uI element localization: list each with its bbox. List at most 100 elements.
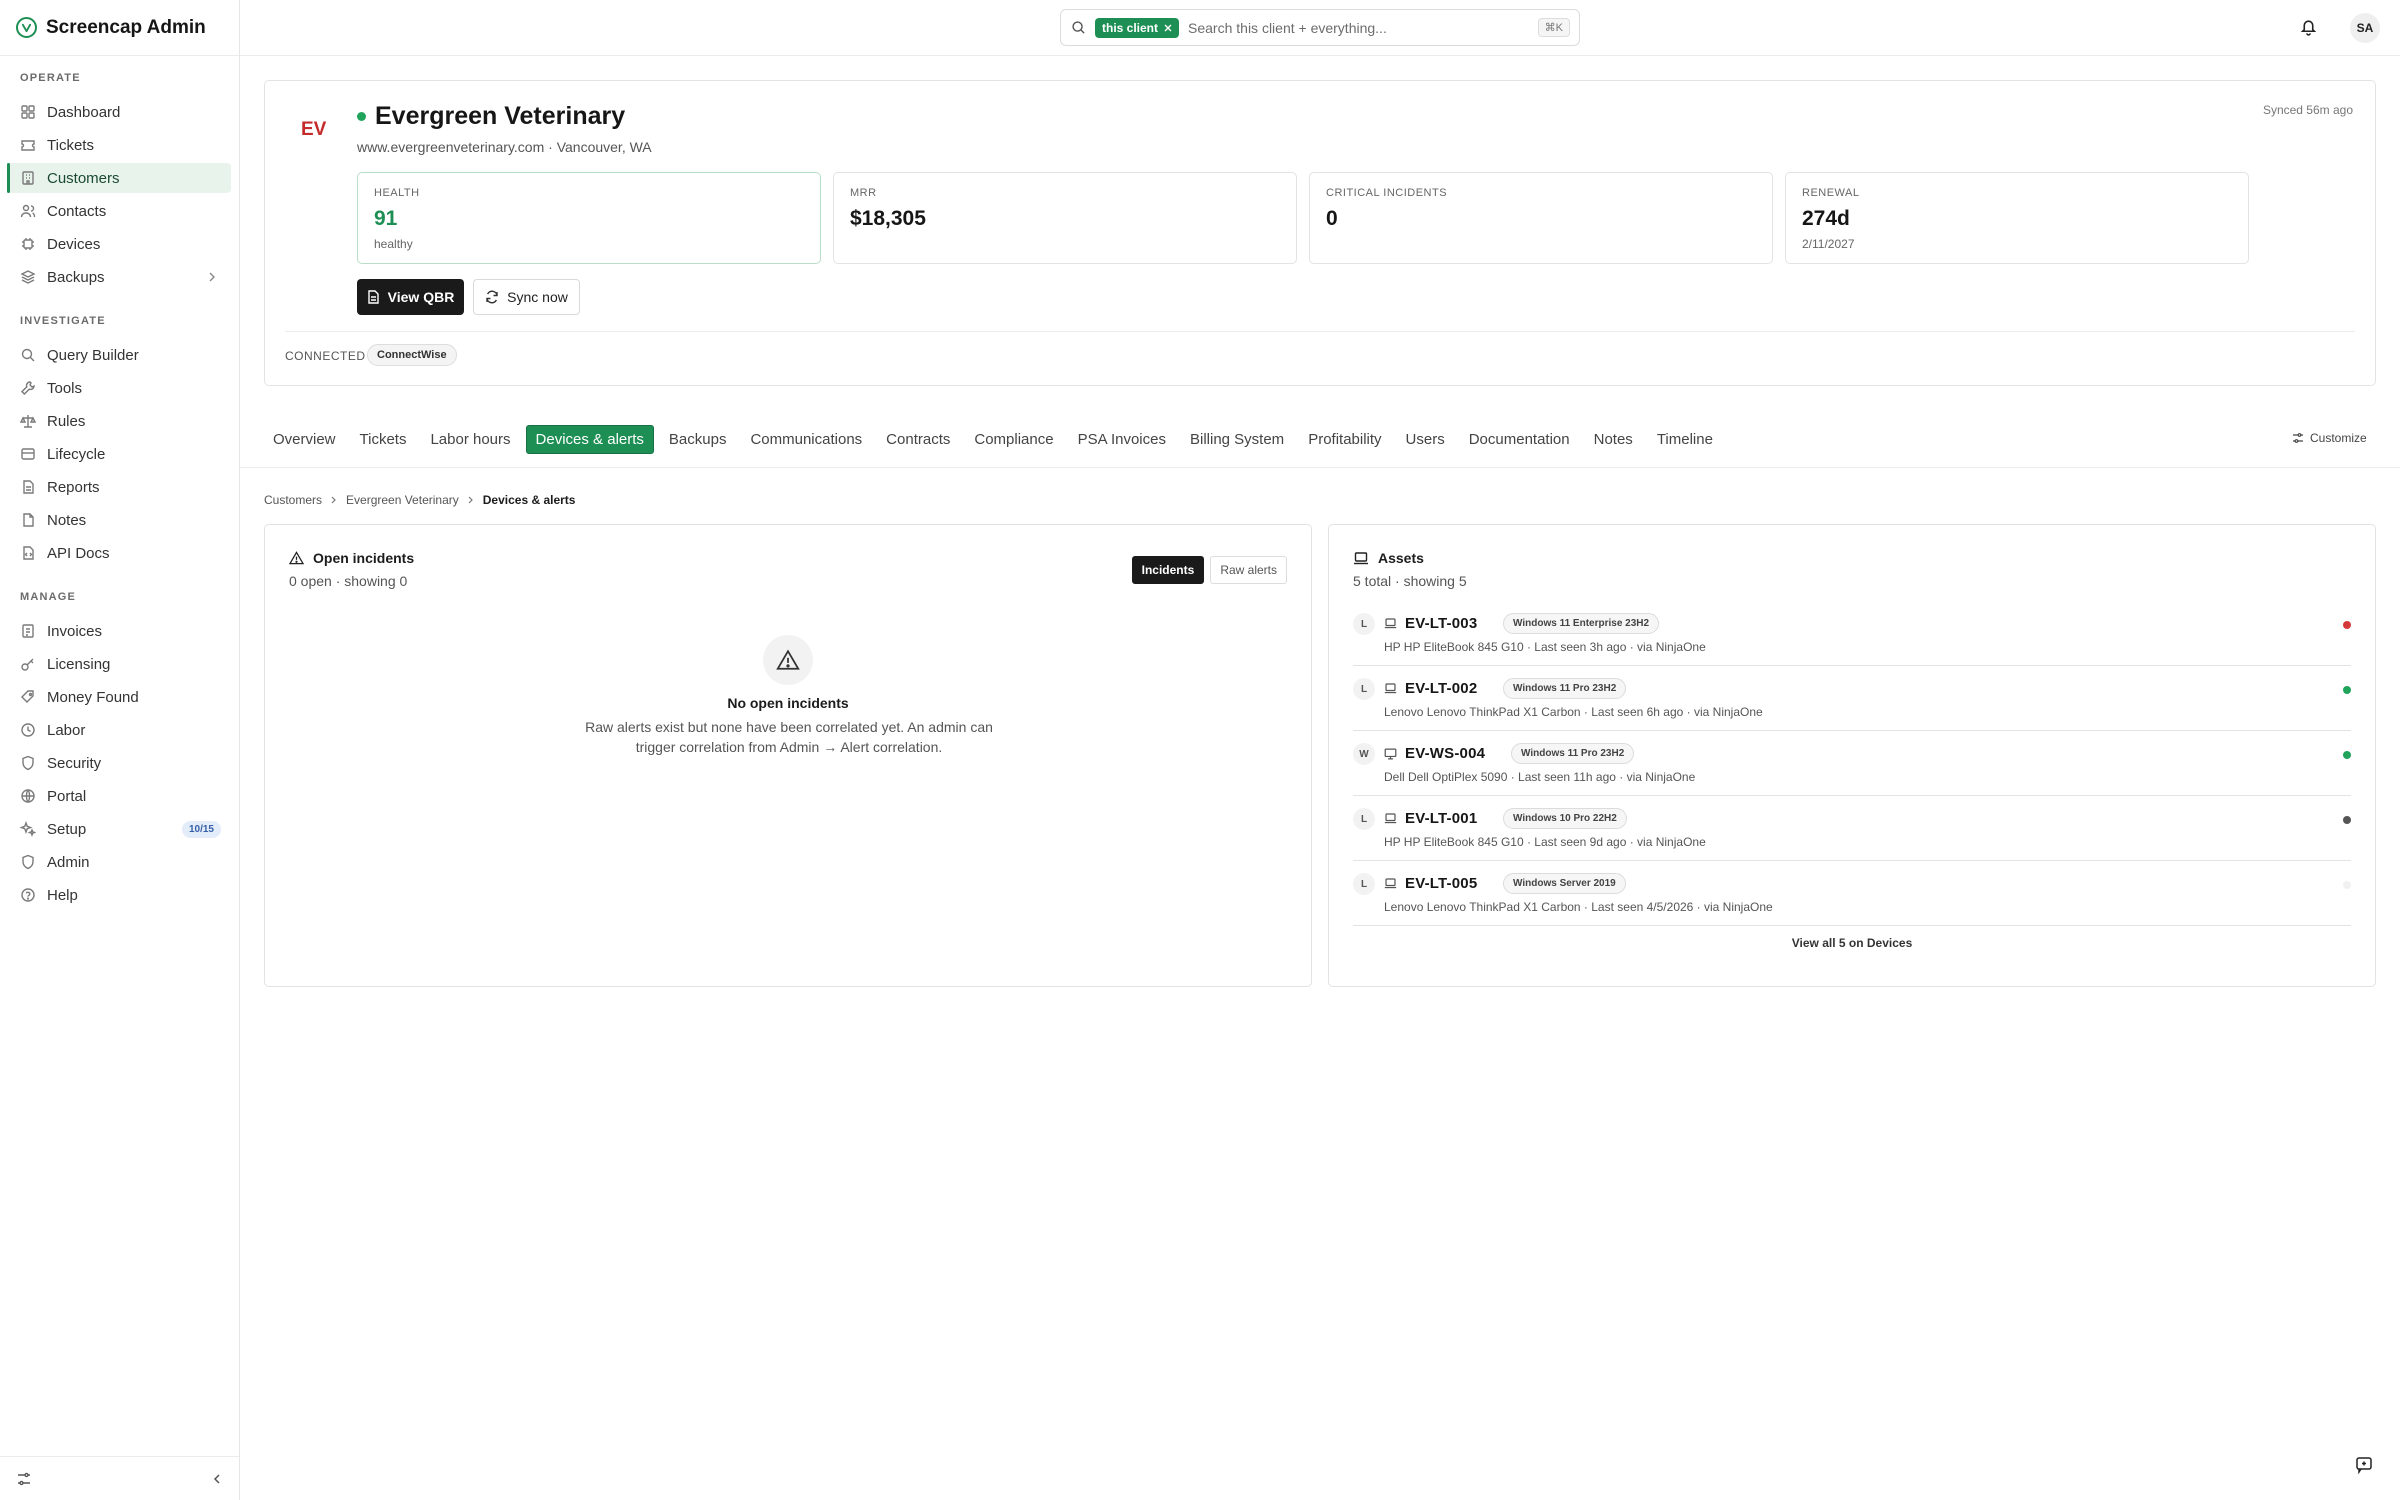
device-icon [20,236,36,252]
tab-labor-hours[interactable]: Labor hours [421,426,519,453]
asset-name[interactable]: EV-LT-003 [1405,615,1477,632]
tab-overview[interactable]: Overview [264,426,345,453]
sidebar-item-portal[interactable]: Portal [8,781,231,811]
asset-row[interactable]: L EV-LT-005 Windows Server 2019 Lenovo L… [1353,861,2351,926]
connected-integration-badge[interactable]: ConnectWise [367,344,457,366]
asset-row[interactable]: L EV-LT-003 Windows 11 Enterprise 23H2 H… [1353,601,2351,666]
tab-psa-invoices[interactable]: PSA Invoices [1069,426,1175,453]
sidebar-item-label: Portal [47,787,87,805]
sidebar-item-notes[interactable]: Notes [8,505,231,535]
sidebar-item-setup[interactable]: Setup 10/15 [8,814,231,844]
asset-name[interactable]: EV-LT-001 [1405,810,1477,827]
sliders-icon [2292,432,2304,444]
tab-contracts[interactable]: Contracts [877,426,959,453]
stat-sub: healthy [374,237,413,251]
search-scope-chip[interactable]: this client [1095,17,1180,38]
settings-sliders-icon[interactable] [16,1471,32,1487]
sidebar-item-label: Security [47,754,102,772]
sidebar-item-help[interactable]: Help [8,880,231,910]
sidebar-item-money-found[interactable]: Money Found [8,682,231,712]
tab-backups[interactable]: Backups [660,426,736,453]
tab-communications[interactable]: Communications [741,426,871,453]
sidebar-item-tickets[interactable]: Tickets [8,130,231,160]
breadcrumb-item[interactable]: Customers [264,493,322,507]
asset-os-badge: Windows 11 Pro 23H2 [1503,678,1627,699]
breadcrumb-item[interactable]: Evergreen Veterinary [346,493,459,507]
note-icon [20,512,36,528]
stat-renewal: RENEWAL 274d 2/11/2027 [1785,172,2249,264]
tab-billing-system[interactable]: Billing System [1181,426,1293,453]
nav-section-investigate: INVESTIGATE [20,315,106,327]
view-qbr-button[interactable]: View QBR [357,279,464,315]
close-icon[interactable] [1164,24,1172,32]
laptop-icon [1384,683,1397,694]
raw-alerts-toggle-button[interactable]: Raw alerts [1210,556,1287,584]
collapse-sidebar-icon[interactable] [211,1473,223,1485]
sidebar-item-security[interactable]: Security [8,748,231,778]
sidebar-item-tools[interactable]: Tools [8,373,231,403]
sidebar-item-admin[interactable]: Admin [8,847,231,877]
tab-tickets[interactable]: Tickets [351,426,416,453]
asset-type-badge: L [1353,808,1375,830]
sidebar-item-api-docs[interactable]: API Docs [8,538,231,568]
sidebar-item-backups[interactable]: Backups [8,262,231,292]
customize-button[interactable]: Customize [2292,431,2367,445]
tab-notes[interactable]: Notes [1585,426,1642,453]
sync-now-label: Sync now [507,289,568,305]
tab-users[interactable]: Users [1397,426,1454,453]
user-avatar[interactable]: SA [2350,13,2380,43]
sidebar-item-lifecycle[interactable]: Lifecycle [8,439,231,469]
tab-profitability[interactable]: Profitability [1299,426,1390,453]
stat-sub: 2/11/2027 [1802,237,1855,251]
asset-os-badge: Windows 11 Pro 23H2 [1511,743,1635,764]
stat-health: HEALTH 91 healthy [357,172,821,264]
sidebar-item-rules[interactable]: Rules [8,406,231,436]
asset-name[interactable]: EV-WS-004 [1405,745,1485,762]
sidebar-item-invoices[interactable]: Invoices [8,616,231,646]
clock-icon [20,722,36,738]
sidebar-item-label: Tools [47,379,83,397]
asset-type-badge: L [1353,613,1375,635]
incidents-toggle-button[interactable]: Incidents [1131,556,1205,584]
sidebar-item-reports[interactable]: Reports [8,472,231,502]
sidebar-item-devices[interactable]: Devices [8,229,231,259]
sync-now-button[interactable]: Sync now [473,279,580,315]
sidebar-item-query-builder[interactable]: Query Builder [8,340,231,370]
global-search[interactable]: this client ⌘K [1060,9,1580,46]
asset-status-dot [2343,621,2351,629]
asset-row[interactable]: L EV-LT-001 Windows 10 Pro 22H2 HP HP El… [1353,796,2351,861]
sidebar-item-dashboard[interactable]: Dashboard [8,97,231,127]
asset-meta: Lenovo Lenovo ThinkPad X1 Carbon · Last … [1384,705,1763,719]
view-all-devices-link[interactable]: View all 5 on Devices [1329,936,2375,950]
laptop-icon [1384,878,1397,889]
brand[interactable]: Screencap Admin [0,0,239,56]
chat-feedback-icon[interactable] [2351,1452,2377,1478]
panel-subtitle: 0 open · showing 0 [289,573,408,589]
panel-header: Assets [1353,550,1424,566]
warning-icon [289,551,304,565]
sidebar-item-contacts[interactable]: Contacts [8,196,231,226]
asset-name[interactable]: EV-LT-002 [1405,680,1477,697]
empty-state-title: No open incidents [727,695,849,711]
asset-os-badge: Windows 11 Enterprise 23H2 [1503,613,1660,634]
tab-timeline[interactable]: Timeline [1648,426,1722,453]
asset-row[interactable]: L EV-LT-002 Windows 11 Pro 23H2 Lenovo L… [1353,666,2351,731]
sidebar-item-customers[interactable]: Customers [7,163,231,193]
api-icon [20,545,36,561]
tab-devices-alerts[interactable]: Devices & alerts [525,424,654,454]
asset-os-badge: Windows Server 2019 [1503,873,1626,894]
search-input[interactable] [1188,19,1529,36]
sidebar-item-label: Backups [47,268,105,286]
sidebar-item-licensing[interactable]: Licensing [8,649,231,679]
asset-status-dot [2343,816,2351,824]
panel-title: Open incidents [313,550,415,566]
sidebar-item-labor[interactable]: Labor [8,715,231,745]
tab-compliance[interactable]: Compliance [965,426,1062,453]
help-icon [20,887,36,903]
notifications-bell-icon[interactable] [2300,18,2317,36]
empty-state-text: Raw alerts exist but none have been corr… [585,719,993,755]
assets-panel: Assets 5 total · showing 5 L EV-LT-003 W… [1328,524,2376,987]
asset-row[interactable]: W EV-WS-004 Windows 11 Pro 23H2 Dell Del… [1353,731,2351,796]
tab-documentation[interactable]: Documentation [1460,426,1579,453]
asset-name[interactable]: EV-LT-005 [1405,875,1477,892]
